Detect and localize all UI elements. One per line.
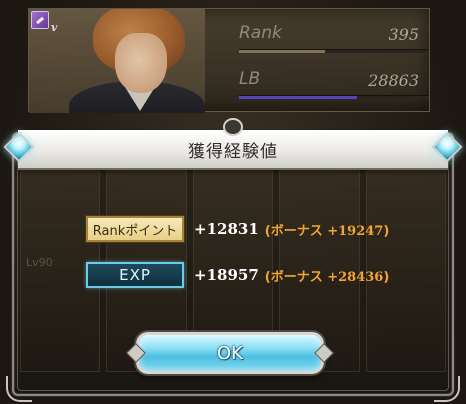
rank-progress-bar <box>239 49 429 53</box>
bonus-prefix: (ボーナス <box>264 223 328 239</box>
lb-value: 28863 <box>368 71 419 90</box>
lb-progress-fill <box>239 96 357 99</box>
ok-button[interactable]: OK <box>126 332 334 374</box>
rank-label: Rank <box>239 23 282 43</box>
rank-points-bonus: (ボーナス +19247) <box>265 220 390 239</box>
background-level-text: Lv90 <box>26 256 53 269</box>
portrait-face <box>115 33 167 93</box>
lb-progress-bar <box>239 95 429 99</box>
element-icon <box>31 11 49 29</box>
bonus-prefix: (ボーナス <box>264 269 328 285</box>
character-profile-card: v Rank 395 LB 28863 <box>28 8 430 113</box>
exp-gain: +18957 <box>194 266 259 284</box>
dialog-title-bar: 獲得経験値 <box>18 130 448 170</box>
bonus-suffix: ) <box>383 223 390 239</box>
exp-bonus: (ボーナス +28436) <box>265 266 390 285</box>
ok-button-label: OK <box>217 342 243 364</box>
bonus-value: +19247 <box>327 223 384 239</box>
type-badge-letter: v <box>51 21 58 34</box>
rank-points-badge: Rankポイント <box>86 216 184 242</box>
exp-result-dialog: Lv90 獲得経験値 Rankポイント +12831 (ボーナス +19247)… <box>3 118 463 402</box>
rank-progress-fill <box>239 50 325 53</box>
exp-row: EXP +18957 (ボーナス +28436) <box>86 262 389 288</box>
character-portrait: v <box>29 9 205 113</box>
exp-badge: EXP <box>86 262 184 288</box>
corner-ornament <box>434 376 460 402</box>
rank-points-row: Rankポイント +12831 (ボーナス +19247) <box>86 216 389 242</box>
element-type-badge: v <box>31 11 57 37</box>
rank-points-gain: +12831 <box>194 220 259 238</box>
bonus-suffix: ) <box>383 269 390 285</box>
dialog-title: 獲得経験値 <box>188 141 278 162</box>
crest-ornament-icon <box>223 118 243 136</box>
corner-ornament <box>6 376 32 402</box>
rank-value: 395 <box>388 25 419 44</box>
lb-label: LB <box>239 69 261 89</box>
bonus-value: +28436 <box>327 269 384 285</box>
game-screen: v Rank 395 LB 28863 Lv90 獲得経験値 Rankポイント … <box>0 0 466 404</box>
